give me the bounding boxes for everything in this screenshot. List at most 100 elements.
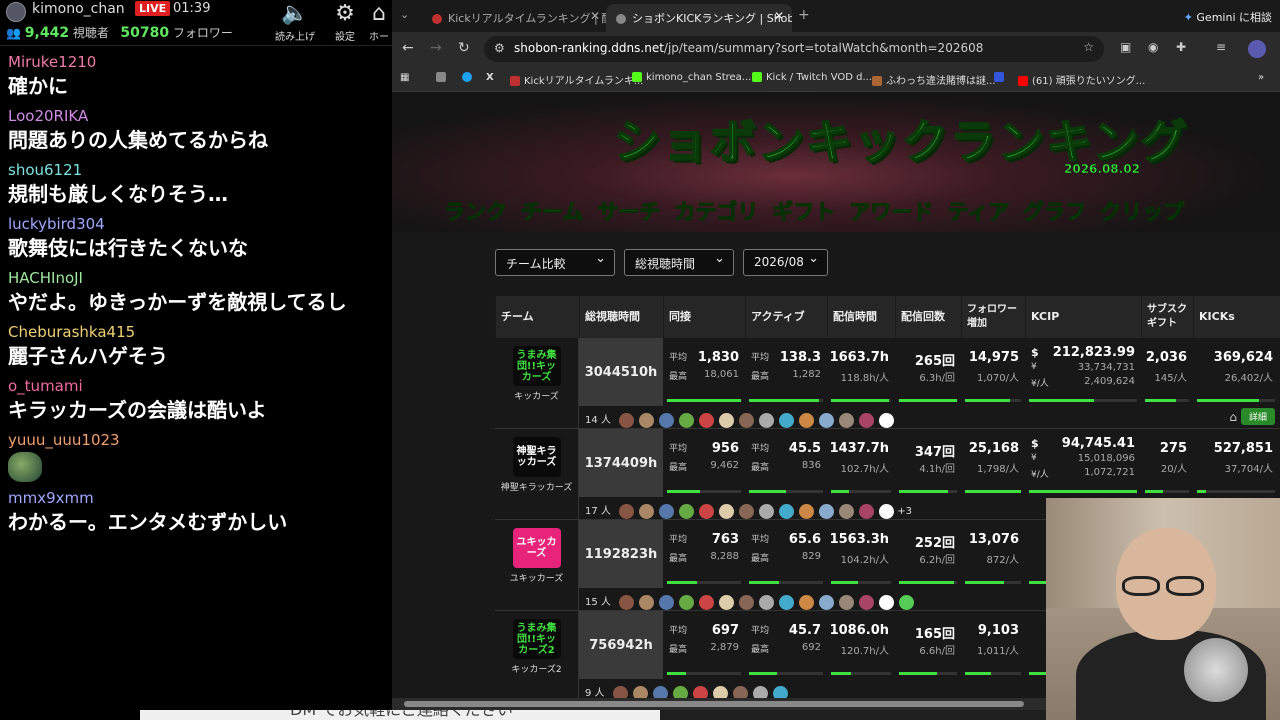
member-avatar[interactable]: [632, 685, 648, 698]
member-avatar[interactable]: [779, 594, 795, 610]
column-header[interactable]: 配信時間: [827, 296, 895, 338]
chat-username[interactable]: luckybird304: [8, 214, 384, 234]
member-avatar[interactable]: [839, 594, 855, 610]
tab-kick-realtime[interactable]: Kickリアルタイムランキング | 配信者✕: [422, 4, 608, 32]
bookmark-item[interactable]: Kick / Twitch VOD d...: [752, 72, 872, 83]
member-avatar[interactable]: [752, 685, 768, 698]
member-avatar[interactable]: [819, 594, 835, 610]
compare-select[interactable]: チーム比較: [495, 249, 615, 276]
read-aloud-button[interactable]: 🔈 読み上げ: [274, 0, 316, 43]
gemini-button[interactable]: ✦ Gemini に相談: [1184, 9, 1272, 25]
bookmark-item[interactable]: Kickリアルタイムランキ...: [510, 72, 643, 87]
member-avatar[interactable]: [619, 594, 635, 610]
member-avatar[interactable]: [719, 503, 735, 519]
member-avatar[interactable]: [759, 412, 775, 428]
chat-username[interactable]: Miruke1210: [8, 52, 384, 72]
member-avatar[interactable]: [759, 594, 775, 610]
member-avatar[interactable]: [619, 412, 635, 428]
home-icon[interactable]: ⌂: [1229, 410, 1237, 424]
forward-icon[interactable]: →: [430, 40, 442, 56]
member-avatar[interactable]: [679, 412, 695, 428]
more-members[interactable]: +3: [897, 506, 912, 517]
nav-item[interactable]: ギフト: [772, 196, 836, 226]
member-avatar[interactable]: [659, 594, 675, 610]
bookmark-item[interactable]: (61) 頑張りたいソング...: [1018, 72, 1145, 87]
nav-item[interactable]: ティア: [947, 196, 1010, 226]
x-bookmark[interactable]: X: [486, 72, 494, 83]
profile-avatar[interactable]: [1248, 40, 1266, 58]
puzzle-icon[interactable]: ✚: [1176, 40, 1186, 54]
home-button[interactable]: ⌂ ホー: [366, 0, 392, 43]
extension-icon-2[interactable]: ◉: [1148, 40, 1158, 54]
member-avatar[interactable]: [739, 412, 755, 428]
member-avatar[interactable]: [779, 503, 795, 519]
member-avatar[interactable]: [639, 503, 655, 519]
member-avatar[interactable]: [639, 412, 655, 428]
member-avatar[interactable]: [819, 503, 835, 519]
close-icon[interactable]: ✕: [774, 9, 784, 23]
site-info-icon[interactable]: ⚙: [494, 41, 505, 55]
member-avatar[interactable]: [732, 685, 748, 698]
more-bookmarks-icon[interactable]: »: [1258, 72, 1264, 83]
bookmark-item[interactable]: [436, 72, 450, 83]
apps-icon[interactable]: ▦: [400, 72, 409, 83]
member-avatar[interactable]: [719, 412, 735, 428]
member-avatar[interactable]: [619, 503, 635, 519]
member-avatar[interactable]: [859, 412, 875, 428]
chat-username[interactable]: Cheburashka415: [8, 322, 384, 342]
chat-username[interactable]: HACHInoJI: [8, 268, 384, 288]
member-avatar[interactable]: [712, 685, 728, 698]
nav-item[interactable]: サーチ: [597, 196, 661, 226]
member-avatar[interactable]: [699, 412, 715, 428]
nav-item[interactable]: ランク: [444, 196, 508, 226]
member-avatar[interactable]: [839, 503, 855, 519]
chat-username[interactable]: Loo20RIKA: [8, 106, 384, 126]
bookmark-item[interactable]: ふわっち違法賭博は謎...: [872, 72, 996, 87]
detail-button[interactable]: 詳細: [1240, 408, 1275, 425]
member-avatar[interactable]: [819, 412, 835, 428]
member-avatar[interactable]: [879, 412, 895, 428]
bookmark-item[interactable]: [994, 72, 1008, 83]
column-header[interactable]: フォロワー増加: [961, 296, 1025, 338]
column-header[interactable]: KCIP: [1025, 296, 1141, 338]
member-avatar[interactable]: [859, 503, 875, 519]
team-cell[interactable]: うまみ集団!!キッカーズ2 キッカーズ2: [495, 611, 579, 698]
nav-item[interactable]: カテゴリ: [674, 196, 759, 226]
member-avatar[interactable]: [799, 412, 815, 428]
member-avatar[interactable]: [699, 503, 715, 519]
month-select[interactable]: 2026/08: [743, 249, 828, 276]
nav-item[interactable]: グラフ: [1023, 196, 1087, 226]
sidebar-icon[interactable]: ≡: [1216, 40, 1226, 54]
member-avatar[interactable]: [779, 412, 795, 428]
settings-button[interactable]: ⚙ 設定: [324, 0, 366, 43]
member-avatar[interactable]: [679, 594, 695, 610]
member-avatar[interactable]: [739, 594, 755, 610]
chat-username[interactable]: yuuu_uuu1023: [8, 430, 384, 450]
member-avatar[interactable]: [799, 594, 815, 610]
back-icon[interactable]: ←: [402, 40, 414, 56]
column-header[interactable]: チーム: [495, 296, 579, 338]
nav-item[interactable]: クリップ: [1100, 196, 1185, 226]
column-header[interactable]: アクティブ: [745, 296, 827, 338]
column-header[interactable]: 配信回数: [895, 296, 961, 338]
chat-username[interactable]: mmx9xmm: [8, 488, 384, 508]
member-avatar[interactable]: [692, 685, 708, 698]
column-header[interactable]: サブスクギフト: [1141, 296, 1193, 338]
nav-item[interactable]: チーム: [520, 196, 583, 226]
chat-username[interactable]: o_tumami: [8, 376, 384, 396]
scroll-thumb[interactable]: [404, 701, 1024, 707]
extension-icon[interactable]: ▣: [1120, 40, 1131, 54]
member-avatar[interactable]: [679, 503, 695, 519]
member-avatar[interactable]: [859, 594, 875, 610]
team-cell[interactable]: 神聖キラッカーズ 神聖キラッカーズ: [495, 429, 579, 519]
member-avatar[interactable]: [759, 503, 775, 519]
column-header[interactable]: KICKs: [1193, 296, 1279, 338]
address-bar[interactable]: ⚙ shobon-ranking.ddns.net/jp/team/summar…: [484, 36, 1104, 62]
new-tab-button[interactable]: +: [798, 7, 810, 23]
member-avatar[interactable]: [879, 503, 895, 519]
member-avatar[interactable]: [739, 503, 755, 519]
member-avatar[interactable]: [719, 594, 735, 610]
member-avatar[interactable]: [659, 412, 675, 428]
team-row[interactable]: うまみ集団!!キッカーズ キッカーズ 3044510h 平均 最高 1,830 18…: [495, 338, 1280, 429]
column-header[interactable]: 総視聴時間: [579, 296, 663, 338]
